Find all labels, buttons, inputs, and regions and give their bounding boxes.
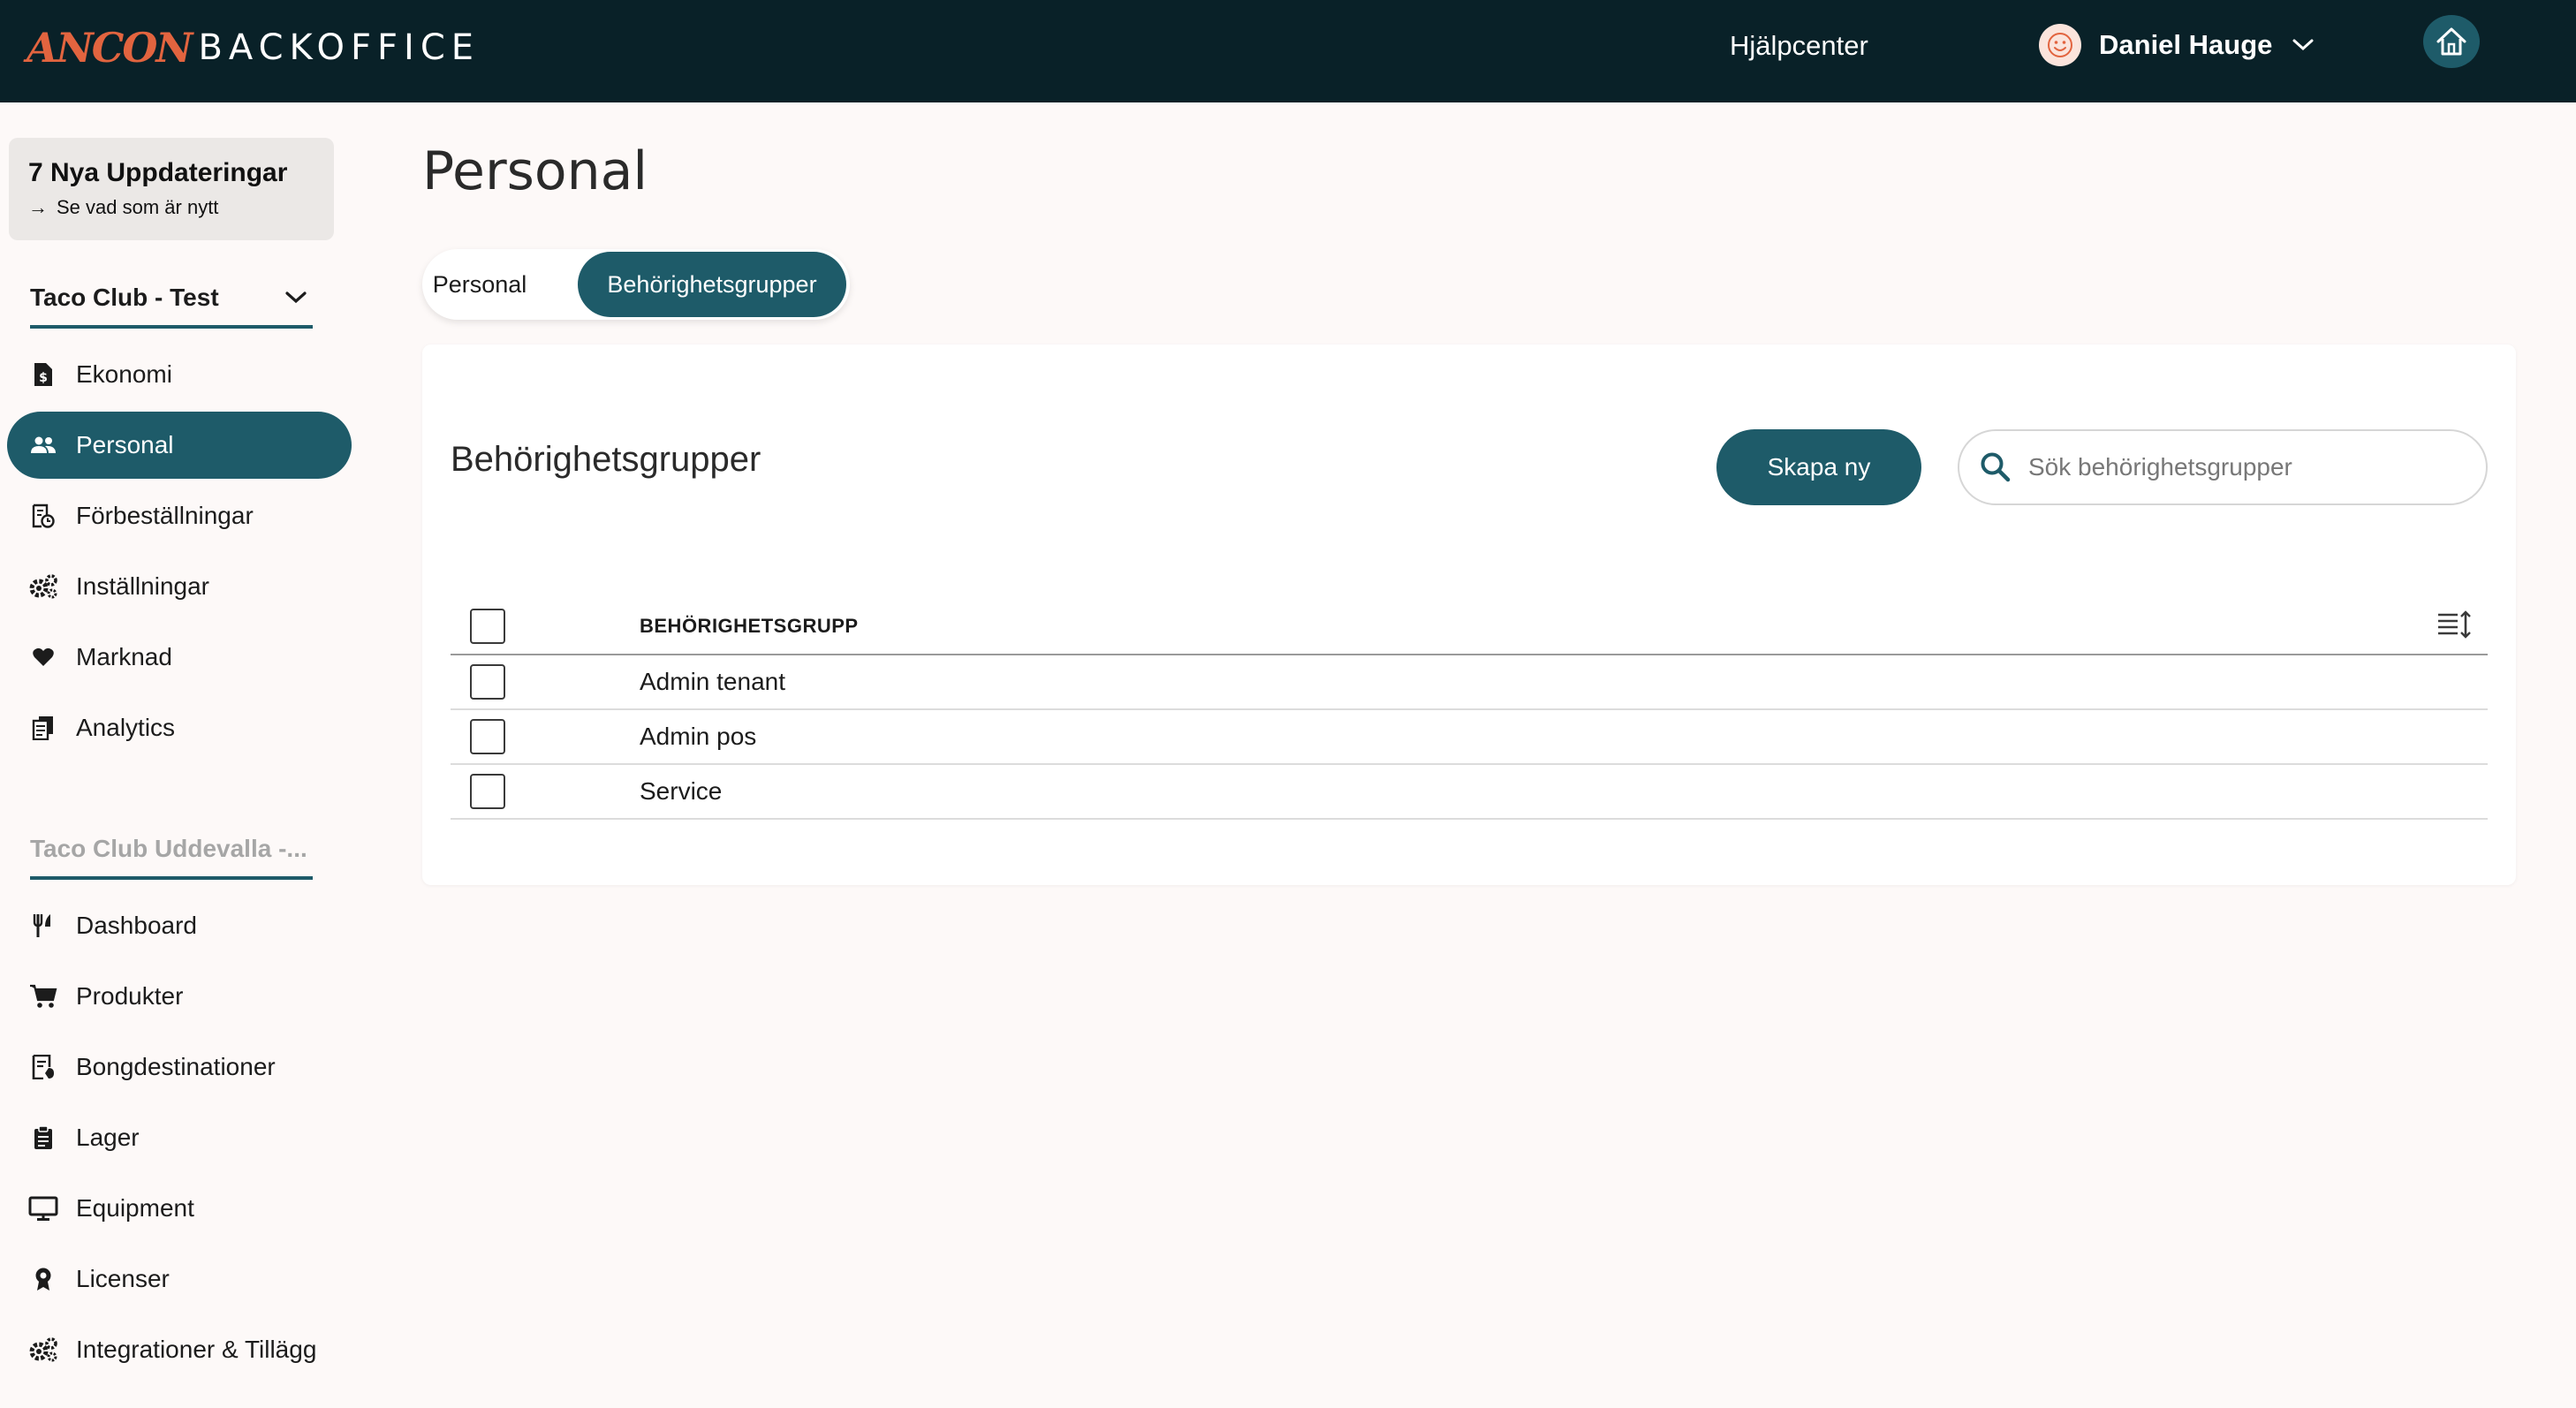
location-select-value: Taco Club Uddevalla -...	[30, 835, 307, 862]
location-select[interactable]: Taco Club Uddevalla -...	[30, 821, 313, 880]
row-checkbox[interactable]	[470, 664, 505, 700]
tab-behorighetsgrupper[interactable]: Behörighetsgrupper	[578, 252, 846, 317]
sidebar-item-equipment[interactable]: Equipment	[7, 1175, 352, 1242]
sidebar-item-ekonomi[interactable]: $ Ekonomi	[7, 341, 352, 408]
monitor-icon	[28, 1196, 58, 1221]
row-checkbox[interactable]	[470, 774, 505, 809]
sidebar-item-installningar[interactable]: Inställningar	[7, 553, 352, 620]
search-field[interactable]	[1958, 429, 2488, 505]
smiley-avatar-icon	[2039, 24, 2081, 66]
sidebar-item-produkter[interactable]: Produkter	[7, 963, 352, 1030]
permission-groups-table: BEHÖRIGHETSGRUPP Admin tenant Admin pos …	[451, 599, 2488, 820]
ancon-backoffice-logo[interactable]: ANCON BACKOFFICE	[27, 19, 480, 76]
sidebar-item-label: Equipment	[76, 1194, 194, 1222]
search-icon	[1979, 450, 2012, 484]
updates-subtitle: → Se vad som är nytt	[28, 196, 334, 219]
select-all-checkbox[interactable]	[470, 609, 505, 644]
award-icon	[28, 1267, 58, 1291]
column-header-group: BEHÖRIGHETSGRUPP	[640, 615, 859, 637]
help-center-link[interactable]: Hjälpcenter	[1730, 28, 1868, 64]
permission-groups-card: Behörighetsgrupper Skapa ny BEHÖRIGHETSG…	[422, 344, 2516, 885]
card-title: Behörighetsgrupper	[451, 440, 761, 479]
sidebar-item-licenser[interactable]: Licenser	[7, 1245, 352, 1313]
cart-icon	[28, 984, 58, 1009]
people-icon	[28, 435, 58, 455]
group-name-cell[interactable]: Admin tenant	[640, 668, 785, 696]
fork-knife-icon	[28, 913, 58, 938]
top-bar: ANCON BACKOFFICE Hjälpcenter Daniel Haug…	[0, 0, 2576, 102]
search-input[interactable]	[2028, 453, 2452, 481]
page-title: Personal	[422, 140, 648, 202]
receipt-clock-icon	[28, 503, 58, 528]
group-name-cell[interactable]: Service	[640, 777, 722, 806]
sidebar-item-dashboard[interactable]: Dashboard	[7, 892, 352, 959]
tab-personal[interactable]: Personal	[431, 252, 528, 317]
sidebar-item-label: Licenser	[76, 1265, 170, 1292]
sidebar-item-label: Marknad	[76, 643, 172, 670]
sidebar-item-analytics[interactable]: Analytics	[7, 694, 352, 761]
sidebar-item-label: Produkter	[76, 982, 184, 1010]
logo-sub-text: BACKOFFICE	[198, 27, 481, 68]
svg-text:$: $	[39, 371, 48, 385]
sidebar-item-lager[interactable]: Lager	[7, 1104, 352, 1171]
clipboard-icon	[28, 1125, 58, 1150]
updates-subtitle-text: Se vad som är nytt	[57, 196, 219, 218]
table-row[interactable]: Service	[451, 765, 2488, 820]
row-checkbox[interactable]	[470, 719, 505, 754]
table-row[interactable]: Admin tenant	[451, 655, 2488, 710]
arrow-right-icon: →	[28, 196, 48, 218]
organization-select[interactable]: Taco Club - Test	[30, 270, 313, 329]
dollar-document-icon: $	[28, 362, 58, 387]
home-button[interactable]	[2423, 15, 2480, 68]
sidebar-item-bongdestinationer[interactable]: Bongdestinationer	[7, 1033, 352, 1101]
home-icon	[2434, 25, 2469, 58]
table-row[interactable]: Admin pos	[451, 710, 2488, 765]
create-new-button[interactable]: Skapa ny	[1716, 429, 1921, 505]
sidebar-item-label: Bongdestinationer	[76, 1053, 276, 1080]
heart-icon	[28, 647, 58, 668]
updates-title: 7 Nya Uppdateringar	[28, 158, 288, 187]
ticket-icon	[28, 1055, 58, 1079]
organization-select-value: Taco Club - Test	[30, 284, 219, 311]
gears-icon	[28, 1336, 58, 1363]
sidebar-item-label: Analytics	[76, 714, 176, 741]
user-menu[interactable]: Daniel Hauge	[2039, 23, 2315, 67]
sidebar-item-marknad[interactable]: Marknad	[7, 624, 352, 691]
sort-lines-icon[interactable]	[2436, 609, 2472, 640]
sidebar-item-label: Integrationer & Tillägg	[76, 1336, 317, 1363]
tab-bar: Personal Behörighetsgrupper	[422, 249, 850, 320]
sidebar-item-label: Förbeställningar	[76, 502, 254, 529]
sidebar-item-label: Lager	[76, 1124, 140, 1151]
news-updates-card[interactable]: 7 Nya Uppdateringar → Se vad som är nytt	[9, 138, 334, 240]
sidebar-item-integrationer[interactable]: Integrationer & Tillägg	[7, 1316, 352, 1383]
sidebar-item-label: Dashboard	[76, 912, 197, 939]
sidebar-item-label: Inställningar	[76, 572, 209, 600]
sidebar-item-label: Ekonomi	[76, 360, 172, 388]
chevron-down-icon	[284, 291, 307, 305]
chevron-down-icon	[2292, 38, 2315, 52]
user-name: Daniel Hauge	[2099, 29, 2273, 60]
gears-icon	[28, 573, 58, 600]
logo-brand-text: ANCON	[27, 24, 193, 72]
report-stack-icon	[28, 715, 58, 740]
sidebar-item-label: Personal	[76, 431, 174, 458]
table-header-row: BEHÖRIGHETSGRUPP	[451, 599, 2488, 655]
group-name-cell[interactable]: Admin pos	[640, 723, 756, 751]
sidebar-item-forbestallningar[interactable]: Förbeställningar	[7, 482, 352, 549]
sidebar-item-personal[interactable]: Personal	[7, 412, 352, 479]
